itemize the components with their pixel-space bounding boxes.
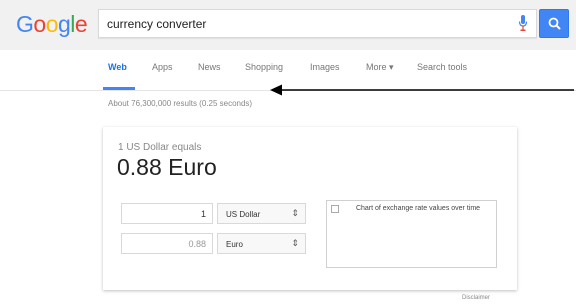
- from-currency-select[interactable]: US Dollar ⇕: [217, 203, 306, 224]
- logo-letter: g: [57, 11, 71, 37]
- tab-shopping[interactable]: Shopping: [245, 62, 283, 72]
- to-amount-input[interactable]: [121, 233, 213, 254]
- results-count: About 76,300,000 results (0.25 seconds): [108, 99, 253, 108]
- tab-search-tools[interactable]: Search tools: [417, 62, 467, 72]
- conversion-result: 0.88 Euro: [117, 154, 217, 180]
- search-box[interactable]: [98, 9, 537, 38]
- currency-converter-card: 1 US Dollar equals 0.88 Euro US Dollar ⇕…: [103, 127, 517, 290]
- logo-letter: o: [45, 11, 59, 37]
- mic-icon[interactable]: [518, 15, 528, 32]
- chart-alt-text: Chart of exchange rate values over time: [355, 205, 481, 212]
- left-arrow-icon: [270, 84, 574, 96]
- tab-apps[interactable]: Apps: [152, 62, 173, 72]
- equals-label: 1 US Dollar equals: [118, 142, 202, 153]
- disclaimer-link[interactable]: Disclaimer: [462, 295, 490, 301]
- search-button[interactable]: [539, 9, 569, 38]
- logo-letter: G: [16, 11, 34, 37]
- tab-news[interactable]: News: [198, 62, 221, 72]
- to-currency-select[interactable]: Euro ⇕: [217, 233, 306, 254]
- search-input[interactable]: [107, 15, 507, 33]
- tab-images[interactable]: Images: [310, 62, 340, 72]
- tab-web[interactable]: Web: [108, 62, 127, 72]
- logo-letter: o: [33, 11, 46, 37]
- logo-letter: e: [74, 11, 88, 37]
- tab-more[interactable]: More ▾: [366, 62, 394, 73]
- up-down-chevron-icon: ⇕: [291, 238, 299, 248]
- exchange-rate-chart: Chart of exchange rate values over time: [326, 200, 497, 268]
- header-bar: Google: [0, 0, 576, 50]
- up-down-chevron-icon: ⇕: [291, 208, 299, 218]
- from-amount-input[interactable]: [121, 203, 213, 224]
- magnifier-icon: [548, 17, 561, 30]
- broken-image-icon: [331, 205, 339, 213]
- to-currency-label: Euro: [226, 240, 243, 249]
- google-logo[interactable]: Google: [16, 10, 88, 38]
- from-currency-label: US Dollar: [226, 210, 261, 219]
